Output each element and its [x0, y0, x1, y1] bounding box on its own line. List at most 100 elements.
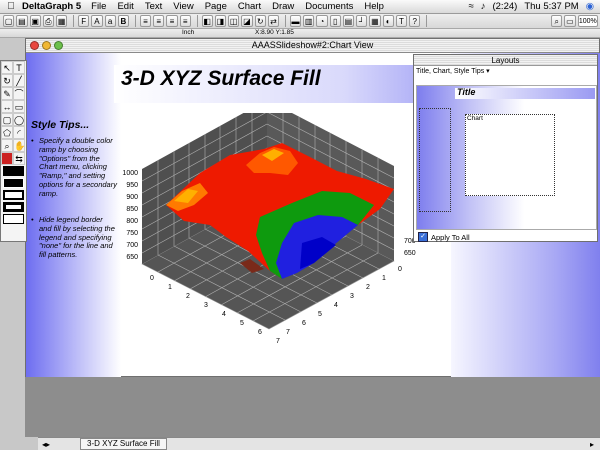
style-tip-2[interactable]: • Hide legend border and fill by selectin… [31, 215, 117, 260]
rotate-tool-icon[interactable]: ↻ [1, 74, 13, 87]
color-icon[interactable]: ◐ [382, 15, 394, 27]
z-tick: 950 [126, 182, 138, 189]
y-tick: 0 [398, 266, 402, 273]
layout-preview[interactable]: Title Chart [416, 85, 597, 230]
grid-icon[interactable]: ▦ [369, 15, 381, 27]
send-back-icon[interactable]: ◨ [214, 15, 227, 27]
oval-tool-icon[interactable]: ◯ [13, 113, 25, 126]
wifi-icon[interactable]: ≈ [469, 1, 474, 12]
app-menu[interactable]: DeltaGraph 5 [22, 1, 81, 12]
hand-tool-icon[interactable]: ✋ [13, 139, 25, 152]
x-tick: 3 [204, 302, 208, 309]
zoom-out-icon[interactable]: ▭ [564, 15, 576, 27]
status-bar: ◂ ▸ 3-D XYZ Surface Fill ▸ [38, 437, 600, 450]
menu-documents[interactable]: Documents [305, 1, 353, 12]
slide-tab[interactable]: 3-D XYZ Surface Fill [80, 438, 167, 450]
menu-page[interactable]: Page [205, 1, 227, 12]
y-tick: 1 [382, 275, 386, 282]
color-fill-icon[interactable]: ​ [1, 152, 13, 165]
justify-icon[interactable]: ≡ [179, 15, 191, 27]
chart-type-icon[interactable]: ▥ [303, 15, 315, 27]
volume-icon[interactable]: ♪ [481, 1, 486, 12]
line-weight-icon[interactable]: ▬ [289, 15, 302, 27]
style-tip-1[interactable]: • Specify a double color ramp by choosing… [31, 136, 117, 199]
preview-chart-label: Chart [467, 115, 483, 122]
chart-title[interactable]: 3-D XYZ Surface Fill [121, 67, 321, 91]
apply-to-all-label: Apply To All [431, 232, 470, 242]
text-tool-icon[interactable]: T [13, 61, 25, 74]
print-icon[interactable]: ⎙ [42, 15, 54, 27]
arrow-tool-icon[interactable]: ↖ [1, 61, 13, 74]
surface-chart[interactable]: 1000 950 900 850 800 750 700 650 700 650… [122, 113, 422, 377]
x-tick: 6 [258, 329, 262, 336]
window-titlebar[interactable]: AAASSlideshow#2:Chart View [26, 39, 599, 53]
spotlight-icon[interactable]: ◉ [586, 1, 594, 12]
apple-menu-icon[interactable]:  [0, 1, 22, 12]
polygon-tool-icon[interactable]: ⬠ [1, 126, 13, 139]
flip-icon[interactable]: ⇄ [267, 15, 280, 27]
zoom-field[interactable]: 100% [577, 15, 599, 27]
help-icon[interactable]: ? [409, 15, 421, 27]
chart-options-icon[interactable]: ◔ [316, 15, 328, 27]
layout-select-value: Title, Chart, Style Tips [416, 68, 485, 75]
line-weight-swatch[interactable] [3, 190, 24, 200]
ungroup-icon[interactable]: ◪ [241, 15, 253, 27]
align-left-icon[interactable]: ≡ [139, 15, 152, 27]
apply-to-all-checkbox[interactable]: ✓ Apply To All [418, 232, 470, 242]
pattern-swatch[interactable] [3, 214, 24, 224]
rotate-icon[interactable]: ↻ [254, 15, 266, 27]
new-document-icon[interactable]: ▢ [3, 15, 15, 27]
scroll-right-icon[interactable]: ▸ [590, 440, 594, 449]
menu-view[interactable]: View [173, 1, 193, 12]
group-icon[interactable]: ◫ [228, 15, 240, 27]
align-center-icon[interactable]: ≡ [153, 15, 165, 27]
battery-status[interactable]: (2:24) [492, 1, 517, 12]
z-tick-right: 650 [404, 250, 416, 257]
layouts-titlebar[interactable]: Layouts [414, 55, 597, 66]
fill-color-swatch[interactable] [3, 166, 24, 176]
bring-front-icon[interactable]: ◧ [201, 15, 213, 27]
clock[interactable]: Thu 5:37 PM [524, 1, 578, 12]
text-style-icon[interactable]: T [395, 15, 408, 27]
line-tool-icon[interactable]: ╱ [13, 74, 25, 87]
menu-help[interactable]: Help [364, 1, 384, 12]
rounded-rect-tool-icon[interactable]: ▢ [1, 113, 13, 126]
axis-icon[interactable]: ┘ [356, 15, 368, 27]
open-icon[interactable]: ▤ [16, 15, 28, 27]
font-face-icon[interactable]: F [78, 15, 90, 27]
y-tick: 7 [286, 329, 290, 336]
tool-palette: ↖T ↻╱ ✎⌒ ↔▭ ▢◯ ⬠◜ ⌕✋ ​⇆ [0, 60, 27, 242]
bold-icon[interactable]: B [117, 15, 130, 27]
y-tick: 5 [318, 311, 322, 318]
save-icon[interactable]: ▣ [29, 15, 41, 27]
rectangle-tool-icon[interactable]: ▭ [13, 100, 25, 113]
menu-chart[interactable]: Chart [238, 1, 261, 12]
align-right-icon[interactable]: ≡ [166, 15, 178, 27]
font-size-up-icon[interactable]: A [91, 15, 103, 27]
arc-tool-icon[interactable]: ◜ [13, 126, 25, 139]
preview-tips-box [419, 108, 451, 212]
legend-icon[interactable]: ▤ [342, 15, 355, 27]
page-next-icon[interactable]: ▸ [46, 440, 50, 449]
curve-tool-icon[interactable]: ⌒ [13, 87, 25, 100]
z-tick: 900 [126, 194, 138, 201]
swap-colors-icon[interactable]: ⇆ [13, 152, 25, 165]
menu-edit[interactable]: Edit [117, 1, 133, 12]
menu-file[interactable]: File [91, 1, 106, 12]
border-weight-swatch[interactable] [3, 202, 24, 212]
main-toolbar: ▢ ▤ ▣ ⎙ ▦ F A a B ≡ ≡ ≡ ≡ ◧ ◨ ◫ ◪ ↻ ⇄ ▬ … [0, 14, 600, 29]
y-tick: 2 [366, 284, 370, 291]
zoom-icon[interactable]: ⌕ [551, 15, 563, 27]
menu-draw[interactable]: Draw [272, 1, 294, 12]
zoom-tool-icon[interactable]: ⌕ [1, 139, 13, 152]
menu-text[interactable]: Text [145, 1, 162, 12]
datasheet-icon[interactable]: ▦ [56, 15, 68, 27]
bar-chart-icon[interactable]: ▯ [329, 15, 341, 27]
layouts-window: Layouts Title, Chart, Style Tips ▾ Title… [413, 54, 598, 242]
layout-select[interactable]: Title, Chart, Style Tips ▾ [416, 67, 490, 75]
style-tips-title[interactable]: Style Tips... [31, 119, 89, 131]
font-size-down-icon[interactable]: a [104, 15, 116, 27]
pencil-tool-icon[interactable]: ✎ [1, 87, 13, 100]
arrow-line-tool-icon[interactable]: ↔ [1, 100, 13, 113]
line-color-swatch[interactable] [3, 178, 24, 188]
